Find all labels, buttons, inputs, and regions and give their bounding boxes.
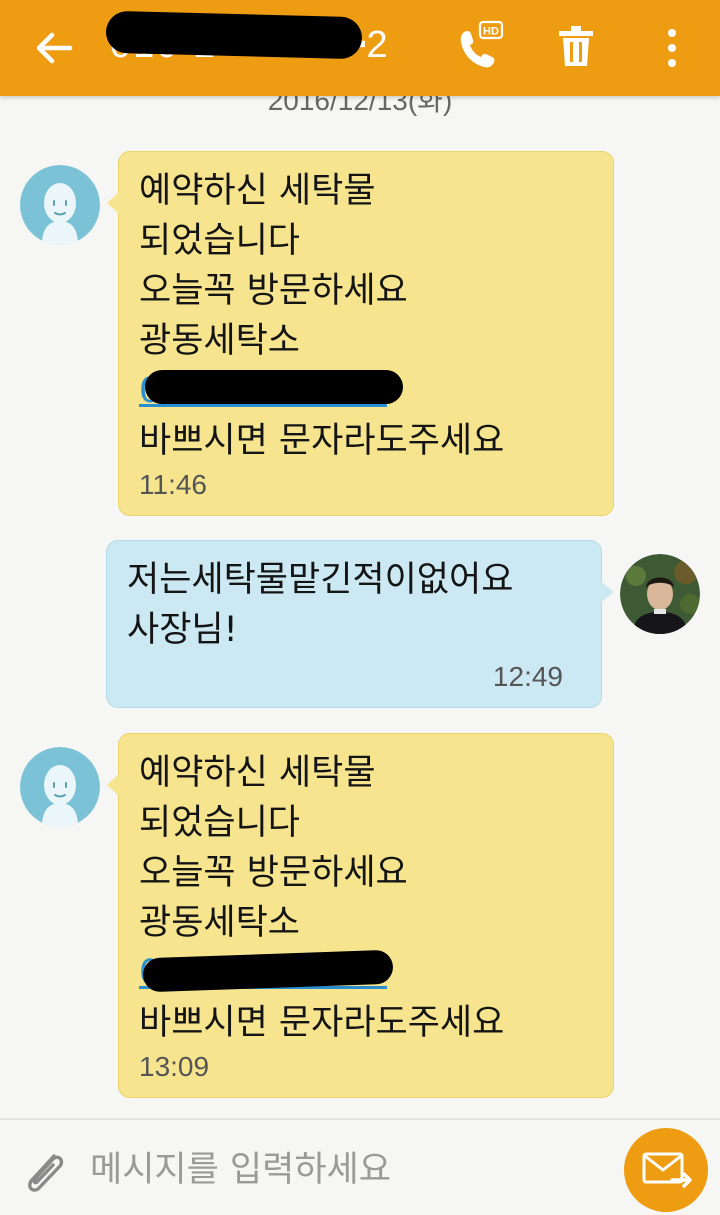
hd-badge: HD — [483, 26, 499, 38]
app-bar: 010-2━━━━━━2 HD — [0, 0, 720, 96]
message-text-line: 예약하신 세탁물 — [139, 753, 376, 793]
more-options-button[interactable] — [642, 18, 702, 78]
message-composer — [0, 1118, 720, 1215]
phone-hd-icon: HD — [460, 20, 504, 68]
message-time: 13:09 — [139, 1051, 210, 1082]
user-avatar[interactable] — [620, 554, 700, 634]
message-text-line: 사장님! — [127, 610, 238, 650]
message-text-line: 되었습니다 — [139, 803, 301, 843]
message-text-line: 오늘꼭 방문하세요 — [139, 853, 408, 893]
message-text-line: 바쁘시면 문자라도주세요 — [139, 1003, 505, 1043]
redaction-mark — [145, 370, 403, 404]
more-vertical-icon — [668, 29, 676, 67]
trash-icon — [559, 26, 593, 66]
message-text-line: 광동세탁소 — [139, 321, 301, 361]
default-person-icon — [20, 165, 100, 245]
send-envelope-icon — [642, 1152, 692, 1188]
message-time: 12:49 — [492, 661, 563, 692]
redaction-mark — [105, 10, 363, 60]
message-text-line: 예약하신 세탁물 — [139, 171, 376, 211]
contact-avatar[interactable] — [20, 165, 100, 245]
attach-button[interactable] — [14, 1142, 76, 1204]
send-button[interactable] — [624, 1128, 708, 1212]
call-button[interactable]: HD — [448, 18, 508, 78]
message-time: 11:46 — [139, 469, 207, 500]
message-bubble-incoming[interactable]: 예약하신 세탁물 되었습니다 오늘꼭 방문하세요 광동세탁소 038-048-1… — [107, 151, 614, 516]
message-text-line: 저는세탁물맡긴적이없어요 — [127, 560, 514, 600]
contact-avatar[interactable] — [20, 747, 100, 827]
arrow-left-icon — [36, 32, 73, 64]
message-bubble-outgoing[interactable]: 저는세탁물맡긴적이없어요 사장님! 12:49 — [106, 540, 613, 708]
message-text-line: 되었습니다 — [139, 221, 301, 261]
message-text-line: 오늘꼭 방문하세요 — [139, 271, 408, 311]
default-person-icon — [20, 747, 100, 827]
back-button[interactable] — [24, 18, 84, 78]
delete-button[interactable] — [546, 18, 606, 78]
phone-number-link[interactable]: 038-048-1007 — [139, 948, 593, 998]
phone-number-link[interactable]: 038-048-1007 — [139, 366, 593, 416]
message-text-line: 바쁘시면 문자라도주세요 — [139, 421, 505, 461]
profile-photo-icon — [620, 554, 700, 634]
message-bubble-incoming[interactable]: 예약하신 세탁물 되었습니다 오늘꼭 방문하세요 광동세탁소 038-048-1… — [107, 733, 614, 1098]
message-text-line: 광동세탁소 — [139, 903, 301, 943]
paperclip-icon — [28, 1154, 64, 1192]
message-input[interactable] — [90, 1138, 600, 1202]
